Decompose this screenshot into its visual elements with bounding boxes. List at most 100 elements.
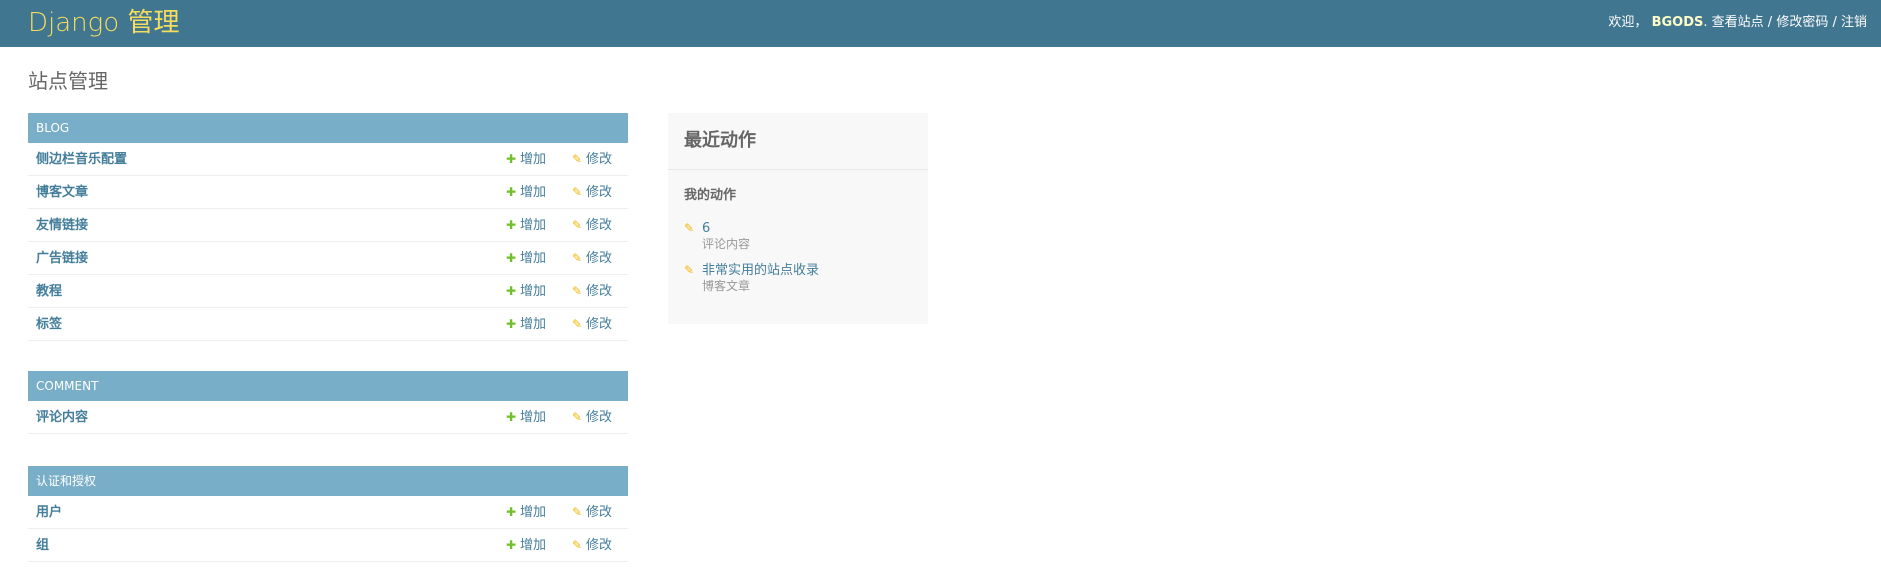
divider [668,169,928,170]
model-row: 用户 ✚ 增加 ✎ 修改 [28,496,628,529]
my-actions-title: 我的动作 [684,188,737,203]
pencil-icon: ✎ [571,284,583,298]
plus-icon: ✚ [505,505,517,519]
recent-actions-panel: 最近动作 我的动作 ✎ 6 评论内容 ✎ 非常实用的站点收录 博客文章 [668,113,928,324]
add-label: 增加 [520,410,547,425]
add-link[interactable]: ✚ 增加 [504,504,546,521]
module-caption[interactable]: 认证和授权 [28,466,628,496]
plus-icon: ✚ [505,538,517,552]
model-row: 标签 ✚ 增加 ✎ 修改 [28,308,628,341]
pencil-icon: ✎ [571,152,583,166]
plus-icon: ✚ [505,410,517,424]
model-link[interactable]: 广告链接 [36,250,88,267]
change-link[interactable]: ✎ 修改 [570,409,612,426]
add-link[interactable]: ✚ 增加 [504,409,546,426]
change-link[interactable]: ✎ 修改 [570,316,612,333]
change-label: 修改 [586,218,613,233]
model-link[interactable]: 教程 [36,283,62,300]
app-module-comment: COMMENT 评论内容 ✚ 增加 ✎ 修改 [28,371,628,434]
change-label: 修改 [586,538,613,553]
add-link[interactable]: ✚ 增加 [504,316,546,333]
model-row: 广告链接 ✚ 增加 ✎ 修改 [28,242,628,275]
model-link[interactable]: 友情链接 [36,217,88,234]
model-row: 组 ✚ 增加 ✎ 修改 [28,529,628,562]
module-caption[interactable]: BLOG [28,113,628,143]
change-label: 修改 [586,284,613,299]
add-label: 增加 [520,538,547,553]
recent-action-type: 博客文章 [702,279,751,293]
site-branding[interactable]: Django 管理 [28,8,179,38]
model-row: 友情链接 ✚ 增加 ✎ 修改 [28,209,628,242]
model-link[interactable]: 侧边栏音乐配置 [36,151,127,168]
recent-action-link[interactable]: 非常实用的站点收录 [702,262,819,279]
welcome-text: 欢迎， [1608,15,1648,30]
model-link[interactable]: 评论内容 [36,409,88,426]
add-label: 增加 [520,505,547,520]
logout-link[interactable]: 注销 [1841,15,1867,30]
add-link[interactable]: ✚ 增加 [504,151,546,168]
add-label: 增加 [520,284,547,299]
model-link[interactable]: 用户 [36,504,62,521]
model-row: 博客文章 ✚ 增加 ✎ 修改 [28,176,628,209]
pencil-icon: ✎ [571,505,583,519]
change-label: 修改 [586,505,613,520]
add-link[interactable]: ✚ 增加 [504,184,546,201]
plus-icon: ✚ [505,251,517,265]
brand-name[interactable]: Django [28,8,119,38]
recent-actions-title: 最近动作 [684,130,756,151]
change-label: 修改 [586,152,613,167]
add-link[interactable]: ✚ 增加 [504,283,546,300]
add-label: 增加 [520,185,547,200]
add-label: 增加 [520,152,547,167]
pencil-icon: ✎ [571,538,583,552]
change-link[interactable]: ✎ 修改 [570,151,612,168]
pencil-icon: ✎ [571,410,583,424]
add-link[interactable]: ✚ 增加 [504,217,546,234]
app-module-auth: 认证和授权 用户 ✚ 增加 ✎ 修改 组 ✚ 增加 ✎ 修改 [28,466,628,562]
change-link[interactable]: ✎ 修改 [570,184,612,201]
pencil-icon: ✎ [571,185,583,199]
page-title: 站点管理 [28,69,108,93]
change-link[interactable]: ✎ 修改 [570,537,612,554]
add-link[interactable]: ✚ 增加 [504,537,546,554]
change-link[interactable]: ✎ 修改 [570,283,612,300]
pencil-icon: ✎ [684,221,695,235]
pencil-icon: ✎ [571,251,583,265]
change-link[interactable]: ✎ 修改 [570,217,612,234]
user-tools: 欢迎， BGODS. 查看站点 / 修改密码 / 注销 [1608,14,1867,31]
model-row: 侧边栏音乐配置 ✚ 增加 ✎ 修改 [28,143,628,176]
separator: / [1763,15,1777,30]
recent-action-link[interactable]: 6 [702,220,710,237]
change-link[interactable]: ✎ 修改 [570,504,612,521]
add-label: 增加 [520,251,547,266]
change-label: 修改 [586,185,613,200]
username: BGODS [1651,15,1704,30]
change-label: 修改 [586,251,613,266]
change-label: 修改 [586,410,613,425]
pencil-icon: ✎ [571,218,583,232]
plus-icon: ✚ [505,185,517,199]
change-label: 修改 [586,317,613,332]
plus-icon: ✚ [505,317,517,331]
add-label: 增加 [520,317,547,332]
model-row: 评论内容 ✚ 增加 ✎ 修改 [28,401,628,434]
app-module-blog: BLOG 侧边栏音乐配置 ✚ 增加 ✎ 修改 博客文章 ✚ 增加 ✎ 修改 友情链接 ✚… [28,113,628,341]
view-site-link[interactable]: 查看站点 [1712,15,1764,30]
add-link[interactable]: ✚ 增加 [504,250,546,267]
change-link[interactable]: ✎ 修改 [570,250,612,267]
separator: / [1828,15,1841,30]
model-row: 教程 ✚ 增加 ✎ 修改 [28,275,628,308]
add-label: 增加 [520,218,547,233]
model-link[interactable]: 标签 [36,316,62,333]
module-caption[interactable]: COMMENT [28,371,628,401]
change-password-link[interactable]: 修改密码 [1776,15,1828,30]
period: . [1703,15,1708,30]
plus-icon: ✚ [505,152,517,166]
model-link[interactable]: 组 [36,537,49,554]
pencil-icon: ✎ [684,263,695,277]
brand-title[interactable]: 管理 [127,8,179,38]
pencil-icon: ✎ [571,317,583,331]
plus-icon: ✚ [505,218,517,232]
model-link[interactable]: 博客文章 [36,184,88,201]
plus-icon: ✚ [505,284,517,298]
